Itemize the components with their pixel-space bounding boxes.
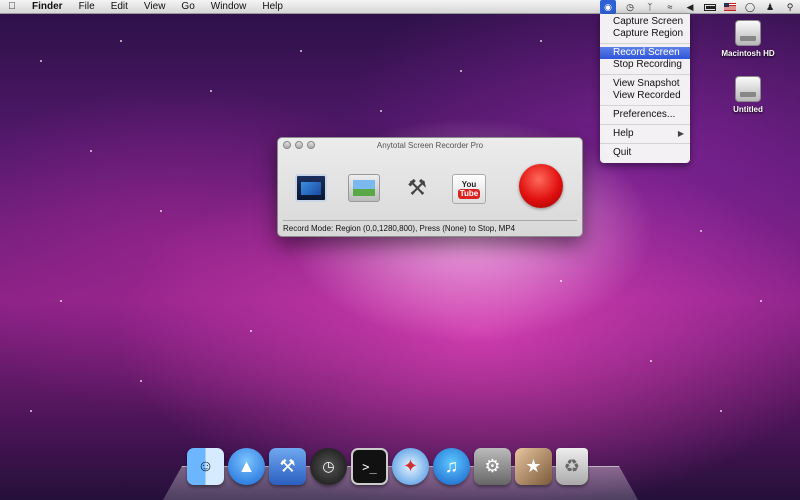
menu-bar:  Finder File Edit View Go Window Help ◉… (0, 0, 800, 14)
menu-view-recorded[interactable]: View Recorded (600, 90, 690, 102)
menu-go[interactable]: Go (173, 0, 202, 14)
hard-disk-icon (735, 76, 761, 102)
desktop-icon-untitled[interactable]: Untitled (710, 76, 786, 114)
flag-icon[interactable] (724, 2, 736, 13)
window-titlebar[interactable]: Anytotal Screen Recorder Pro (278, 138, 582, 153)
menu-window[interactable]: Window (203, 0, 255, 14)
time-machine-icon[interactable]: ◷ (624, 2, 636, 13)
menu-help[interactable]: Help (254, 0, 291, 14)
safari-icon[interactable]: ✦ (392, 448, 429, 485)
record-button[interactable] (519, 164, 563, 208)
menu-help-submenu[interactable]: Help ▶ (600, 128, 690, 140)
clock-icon[interactable]: ◯ (744, 2, 756, 13)
close-button[interactable] (283, 141, 291, 149)
dashboard-icon[interactable]: ◷ (310, 448, 347, 485)
minimize-button[interactable] (295, 141, 303, 149)
menu-stop-recording[interactable]: Stop Recording (600, 59, 690, 71)
battery-icon[interactable] (704, 2, 716, 13)
iphoto-icon[interactable]: ★ (515, 448, 552, 485)
hard-disk-icon (735, 20, 761, 46)
wifi-icon[interactable]: ≈ (664, 2, 676, 13)
menu-finder[interactable]: Finder (24, 0, 71, 14)
menu-capture-region[interactable]: Capture Region (600, 28, 690, 40)
menu-preferences[interactable]: Preferences... (600, 109, 690, 121)
status-tray: ◉ ◷ ᛉ ≈ ◀ ◯ ♟ ⚲ (600, 0, 796, 14)
menu-separator (600, 143, 690, 144)
menu-record-screen[interactable]: Record Screen (600, 47, 690, 59)
trash-icon[interactable]: ♻ (556, 448, 588, 485)
recorder-window: Anytotal Screen Recorder Pro ⚒ You Tube … (277, 137, 583, 237)
youtube-you-text: You (461, 179, 477, 189)
bluetooth-icon[interactable]: ᛉ (644, 2, 656, 13)
window-controls (283, 141, 315, 149)
tools-icon[interactable]: ⚒ (401, 174, 433, 202)
screen-recorder-icon[interactable]: ◉ (600, 0, 616, 14)
youtube-icon[interactable]: You Tube (452, 174, 486, 204)
record-screen-icon[interactable] (295, 174, 327, 202)
desktop-icon-label: Untitled (733, 105, 763, 114)
menu-edit[interactable]: Edit (103, 0, 136, 14)
recorder-dropdown-menu: Capture Screen Capture Region Record Scr… (600, 14, 690, 163)
menu-file[interactable]: File (71, 0, 103, 14)
status-text: Record Mode: Region (0,0,1280,800), Pres… (283, 220, 577, 233)
xcode-icon[interactable]: ⚒ (269, 448, 306, 485)
capture-image-icon[interactable] (348, 174, 380, 202)
menu-separator (600, 43, 690, 44)
menu-separator (600, 74, 690, 75)
volume-icon[interactable]: ◀ (684, 2, 696, 13)
menu-view[interactable]: View (136, 0, 174, 14)
app-store-icon[interactable]: ▲ (228, 448, 265, 485)
system-preferences-icon[interactable]: ⚙ (474, 448, 511, 485)
zoom-button[interactable] (307, 141, 315, 149)
menu-capture-screen[interactable]: Capture Screen (600, 16, 690, 28)
youtube-tube-text: Tube (457, 188, 481, 199)
itunes-icon[interactable]: ♫ (433, 448, 470, 485)
spotlight-icon[interactable]: ⚲ (784, 2, 796, 13)
user-icon[interactable]: ♟ (764, 2, 776, 13)
chevron-right-icon: ▶ (677, 129, 684, 138)
menu-separator (600, 105, 690, 106)
desktop-icon-label: Macintosh HD (721, 49, 775, 58)
dock: ☺ ▲ ⚒ ◷ >_ ✦ ♫ ⚙ ★ ♻ (187, 448, 588, 485)
desktop-icon-macintosh-hd[interactable]: Macintosh HD (710, 20, 786, 58)
apple-icon[interactable]:  (0, 1, 24, 12)
window-title: Anytotal Screen Recorder Pro (376, 141, 484, 150)
menu-help-label: Help (613, 128, 634, 139)
terminal-icon[interactable]: >_ (351, 448, 388, 485)
menu-quit[interactable]: Quit (600, 147, 690, 159)
menu-view-snapshot[interactable]: View Snapshot (600, 78, 690, 90)
menu-separator (600, 124, 690, 125)
finder-icon[interactable]: ☺ (187, 448, 224, 485)
